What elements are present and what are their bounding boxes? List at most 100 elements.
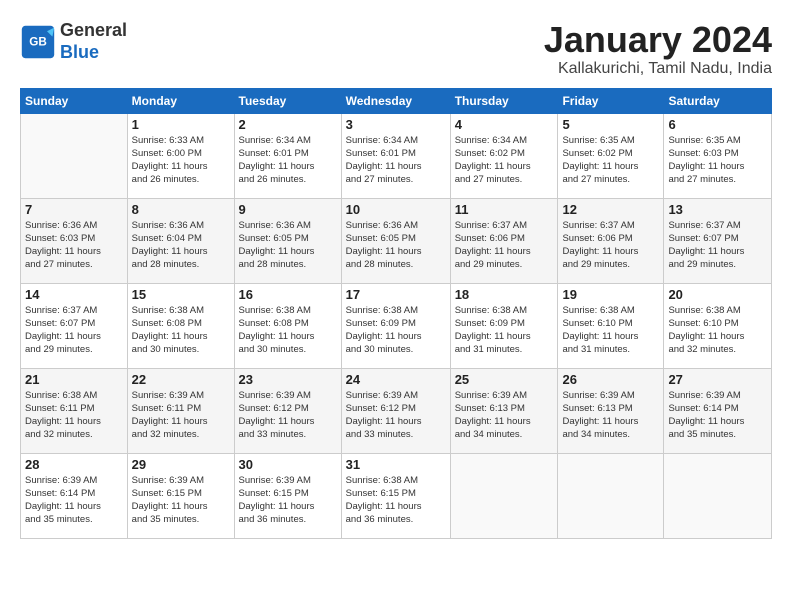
day-number: 28	[25, 457, 123, 472]
day-number: 26	[562, 372, 659, 387]
day-cell: 30 Sunrise: 6:39 AM Sunset: 6:15 PM Dayli…	[234, 453, 341, 538]
day-cell: 24 Sunrise: 6:39 AM Sunset: 6:12 PM Dayli…	[341, 368, 450, 453]
day-cell: 27Sunrise: 6:39 AM Sunset: 6:14 PM Dayli…	[664, 368, 772, 453]
day-cell	[664, 453, 772, 538]
day-number: 7	[25, 202, 123, 217]
day-info: Sunrise: 6:38 AM Sunset: 6:15 PM Dayligh…	[346, 474, 446, 527]
weekday-header-sunday: Sunday	[21, 88, 128, 113]
day-number: 6	[668, 117, 767, 132]
day-cell: 17Sunrise: 6:38 AM Sunset: 6:09 PM Dayli…	[341, 283, 450, 368]
day-number: 11	[455, 202, 554, 217]
page: GB General Blue January 2024 Kallakurich…	[0, 0, 792, 612]
title-block: January 2024 Kallakurichi, Tamil Nadu, I…	[544, 20, 772, 78]
weekday-header-row: SundayMondayTuesdayWednesdayThursdayFrid…	[21, 88, 772, 113]
day-number: 31	[346, 457, 446, 472]
svg-text:GB: GB	[29, 35, 47, 48]
day-number: 19	[562, 287, 659, 302]
day-cell: 15 Sunrise: 6:38 AM Sunset: 6:08 PM Dayli…	[127, 283, 234, 368]
day-info: Sunrise: 6:39 AM Sunset: 6:13 PM Dayligh…	[562, 389, 659, 442]
month-title: January 2024	[544, 20, 772, 60]
day-info: Sunrise: 6:39 AM Sunset: 6:13 PM Dayligh…	[455, 389, 554, 442]
day-info: Sunrise: 6:38 AM Sunset: 6:10 PM Dayligh…	[562, 304, 659, 357]
day-info: Sunrise: 6:39 AM Sunset: 6:12 PM Dayligh…	[239, 389, 337, 442]
day-cell: 28 Sunrise: 6:39 AM Sunset: 6:14 PM Dayli…	[21, 453, 128, 538]
day-number: 30	[239, 457, 337, 472]
logo-icon: GB	[20, 24, 56, 60]
day-info: Sunrise: 6:34 AM Sunset: 6:01 PM Dayligh…	[239, 134, 337, 187]
day-info: Sunrise: 6:35 AM Sunset: 6:02 PM Dayligh…	[562, 134, 659, 187]
day-cell: 26 Sunrise: 6:39 AM Sunset: 6:13 PM Dayli…	[558, 368, 664, 453]
day-number: 10	[346, 202, 446, 217]
day-info: Sunrise: 6:37 AM Sunset: 6:06 PM Dayligh…	[455, 219, 554, 272]
day-number: 27	[668, 372, 767, 387]
day-cell: 4Sunrise: 6:34 AM Sunset: 6:02 PM Daylig…	[450, 113, 558, 198]
day-cell: 19 Sunrise: 6:38 AM Sunset: 6:10 PM Dayli…	[558, 283, 664, 368]
day-info: Sunrise: 6:34 AM Sunset: 6:01 PM Dayligh…	[346, 134, 446, 187]
day-info: Sunrise: 6:39 AM Sunset: 6:14 PM Dayligh…	[25, 474, 123, 527]
day-cell	[450, 453, 558, 538]
day-info: Sunrise: 6:35 AM Sunset: 6:03 PM Dayligh…	[668, 134, 767, 187]
day-info: Sunrise: 6:38 AM Sunset: 6:08 PM Dayligh…	[132, 304, 230, 357]
weekday-header-saturday: Saturday	[664, 88, 772, 113]
day-cell: 20 Sunrise: 6:38 AM Sunset: 6:10 PM Dayli…	[664, 283, 772, 368]
day-number: 2	[239, 117, 337, 132]
day-cell: 10 Sunrise: 6:36 AM Sunset: 6:05 PM Dayli…	[341, 198, 450, 283]
day-number: 8	[132, 202, 230, 217]
day-number: 12	[562, 202, 659, 217]
week-row-4: 21 Sunrise: 6:38 AM Sunset: 6:11 PM Dayli…	[21, 368, 772, 453]
day-cell: 11 Sunrise: 6:37 AM Sunset: 6:06 PM Dayli…	[450, 198, 558, 283]
day-number: 16	[239, 287, 337, 302]
weekday-header-friday: Friday	[558, 88, 664, 113]
day-cell: 25Sunrise: 6:39 AM Sunset: 6:13 PM Dayli…	[450, 368, 558, 453]
week-row-3: 14Sunrise: 6:37 AM Sunset: 6:07 PM Dayli…	[21, 283, 772, 368]
day-number: 1	[132, 117, 230, 132]
day-info: Sunrise: 6:37 AM Sunset: 6:07 PM Dayligh…	[25, 304, 123, 357]
day-cell: 22Sunrise: 6:39 AM Sunset: 6:11 PM Dayli…	[127, 368, 234, 453]
logo-line1: General	[60, 20, 127, 42]
day-info: Sunrise: 6:39 AM Sunset: 6:15 PM Dayligh…	[239, 474, 337, 527]
day-cell: 13 Sunrise: 6:37 AM Sunset: 6:07 PM Dayli…	[664, 198, 772, 283]
day-number: 23	[239, 372, 337, 387]
day-number: 18	[455, 287, 554, 302]
day-info: Sunrise: 6:39 AM Sunset: 6:15 PM Dayligh…	[132, 474, 230, 527]
day-cell: 16Sunrise: 6:38 AM Sunset: 6:08 PM Dayli…	[234, 283, 341, 368]
day-cell: 18Sunrise: 6:38 AM Sunset: 6:09 PM Dayli…	[450, 283, 558, 368]
day-cell: 3 Sunrise: 6:34 AM Sunset: 6:01 PM Daylig…	[341, 113, 450, 198]
week-row-2: 7Sunrise: 6:36 AM Sunset: 6:03 PM Daylig…	[21, 198, 772, 283]
day-cell: 7Sunrise: 6:36 AM Sunset: 6:03 PM Daylig…	[21, 198, 128, 283]
day-info: Sunrise: 6:36 AM Sunset: 6:05 PM Dayligh…	[239, 219, 337, 272]
day-number: 17	[346, 287, 446, 302]
day-number: 15	[132, 287, 230, 302]
day-number: 29	[132, 457, 230, 472]
day-info: Sunrise: 6:37 AM Sunset: 6:07 PM Dayligh…	[668, 219, 767, 272]
day-info: Sunrise: 6:38 AM Sunset: 6:10 PM Dayligh…	[668, 304, 767, 357]
day-number: 3	[346, 117, 446, 132]
day-info: Sunrise: 6:33 AM Sunset: 6:00 PM Dayligh…	[132, 134, 230, 187]
day-number: 21	[25, 372, 123, 387]
day-number: 9	[239, 202, 337, 217]
day-cell: 14Sunrise: 6:37 AM Sunset: 6:07 PM Dayli…	[21, 283, 128, 368]
day-info: Sunrise: 6:39 AM Sunset: 6:12 PM Dayligh…	[346, 389, 446, 442]
day-number: 22	[132, 372, 230, 387]
day-cell: 1 Sunrise: 6:33 AM Sunset: 6:00 PM Daylig…	[127, 113, 234, 198]
week-row-1: 1 Sunrise: 6:33 AM Sunset: 6:00 PM Daylig…	[21, 113, 772, 198]
week-row-5: 28 Sunrise: 6:39 AM Sunset: 6:14 PM Dayli…	[21, 453, 772, 538]
logo-text: General Blue	[60, 20, 127, 63]
day-cell: 6 Sunrise: 6:35 AM Sunset: 6:03 PM Daylig…	[664, 113, 772, 198]
day-info: Sunrise: 6:36 AM Sunset: 6:05 PM Dayligh…	[346, 219, 446, 272]
day-cell: 12 Sunrise: 6:37 AM Sunset: 6:06 PM Dayli…	[558, 198, 664, 283]
weekday-header-tuesday: Tuesday	[234, 88, 341, 113]
day-cell: 2 Sunrise: 6:34 AM Sunset: 6:01 PM Daylig…	[234, 113, 341, 198]
weekday-header-wednesday: Wednesday	[341, 88, 450, 113]
day-number: 13	[668, 202, 767, 217]
day-cell: 23 Sunrise: 6:39 AM Sunset: 6:12 PM Dayli…	[234, 368, 341, 453]
day-number: 24	[346, 372, 446, 387]
day-cell	[21, 113, 128, 198]
day-cell: 8Sunrise: 6:36 AM Sunset: 6:04 PM Daylig…	[127, 198, 234, 283]
day-number: 5	[562, 117, 659, 132]
day-cell	[558, 453, 664, 538]
weekday-header-thursday: Thursday	[450, 88, 558, 113]
day-info: Sunrise: 6:38 AM Sunset: 6:11 PM Dayligh…	[25, 389, 123, 442]
day-info: Sunrise: 6:37 AM Sunset: 6:06 PM Dayligh…	[562, 219, 659, 272]
day-number: 20	[668, 287, 767, 302]
